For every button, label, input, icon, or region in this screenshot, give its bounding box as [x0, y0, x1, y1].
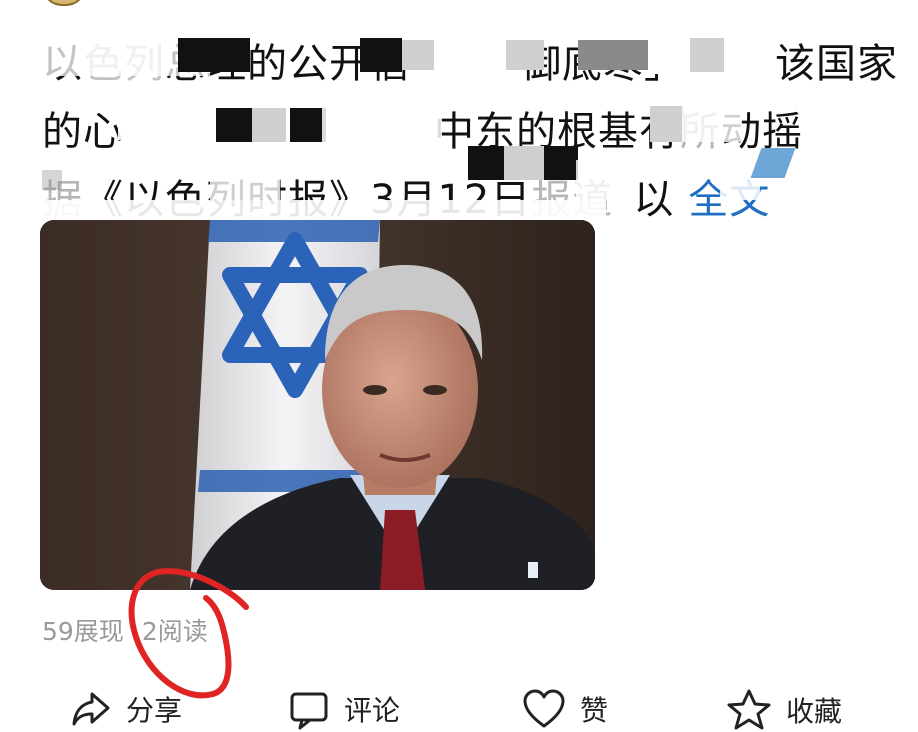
news-photo[interactable] — [40, 220, 595, 590]
favorite-button[interactable]: 收藏 — [726, 688, 842, 732]
impressions-count: 59展现 — [42, 617, 124, 646]
action-bar: 分享 评论 赞 收藏 — [0, 688, 918, 730]
star-icon — [727, 689, 771, 730]
reads-count: 2阅读 — [141, 617, 208, 646]
share-button[interactable]: 分享 — [70, 688, 182, 730]
post-stats: 59展现 2阅读 — [42, 612, 226, 648]
comment-icon — [290, 692, 328, 730]
news-photo-icon — [40, 220, 595, 590]
author-avatar[interactable] — [42, 0, 86, 6]
comment-button[interactable]: 评论 — [288, 688, 400, 730]
share-icon — [72, 692, 110, 726]
like-button[interactable]: 赞 — [522, 688, 608, 730]
heart-icon — [523, 689, 565, 728]
